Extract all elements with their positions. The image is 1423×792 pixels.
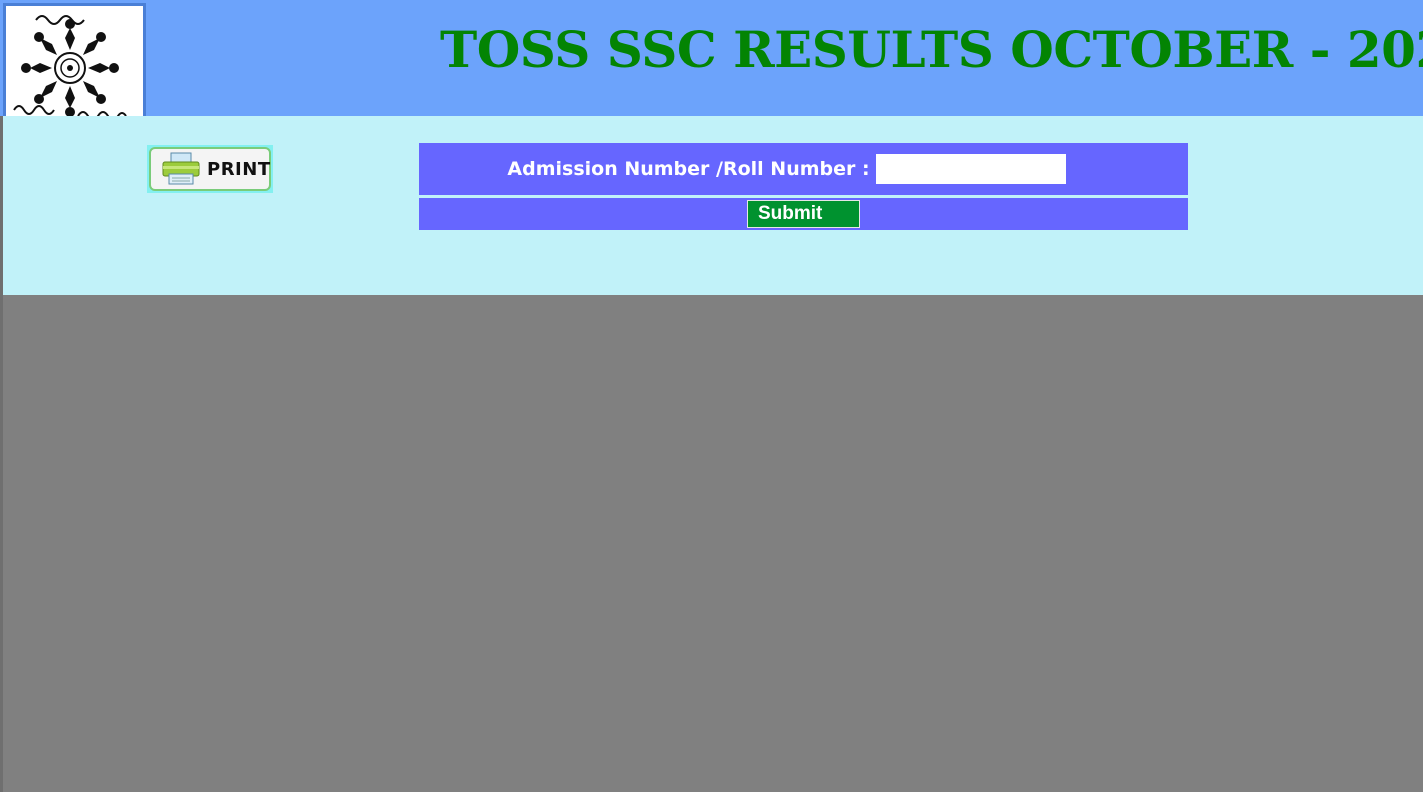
admission-row: Admission Number /Roll Number : bbox=[419, 143, 1188, 195]
admission-number-input[interactable] bbox=[875, 154, 1066, 184]
print-button-face[interactable]: PRINT bbox=[149, 147, 271, 191]
admission-label: Admission Number /Roll Number : bbox=[507, 158, 870, 180]
printer-icon bbox=[162, 152, 200, 185]
submit-button[interactable]: Submit bbox=[747, 200, 860, 228]
emblem-icon bbox=[13, 15, 127, 121]
page-title: TOSS SSC RESULTS OCTOBER - 2024 bbox=[440, 20, 1423, 79]
toss-emblem-logo bbox=[3, 3, 146, 129]
submit-row: Submit bbox=[419, 198, 1188, 230]
header-banner: TOSS SSC RESULTS OCTOBER - 2024 bbox=[0, 0, 1423, 116]
print-button[interactable]: PRINT bbox=[147, 145, 273, 193]
print-label: PRINT bbox=[207, 158, 271, 180]
page: TOSS SSC RESULTS OCTOBER - 2024 PRINT Ad… bbox=[0, 0, 1423, 792]
